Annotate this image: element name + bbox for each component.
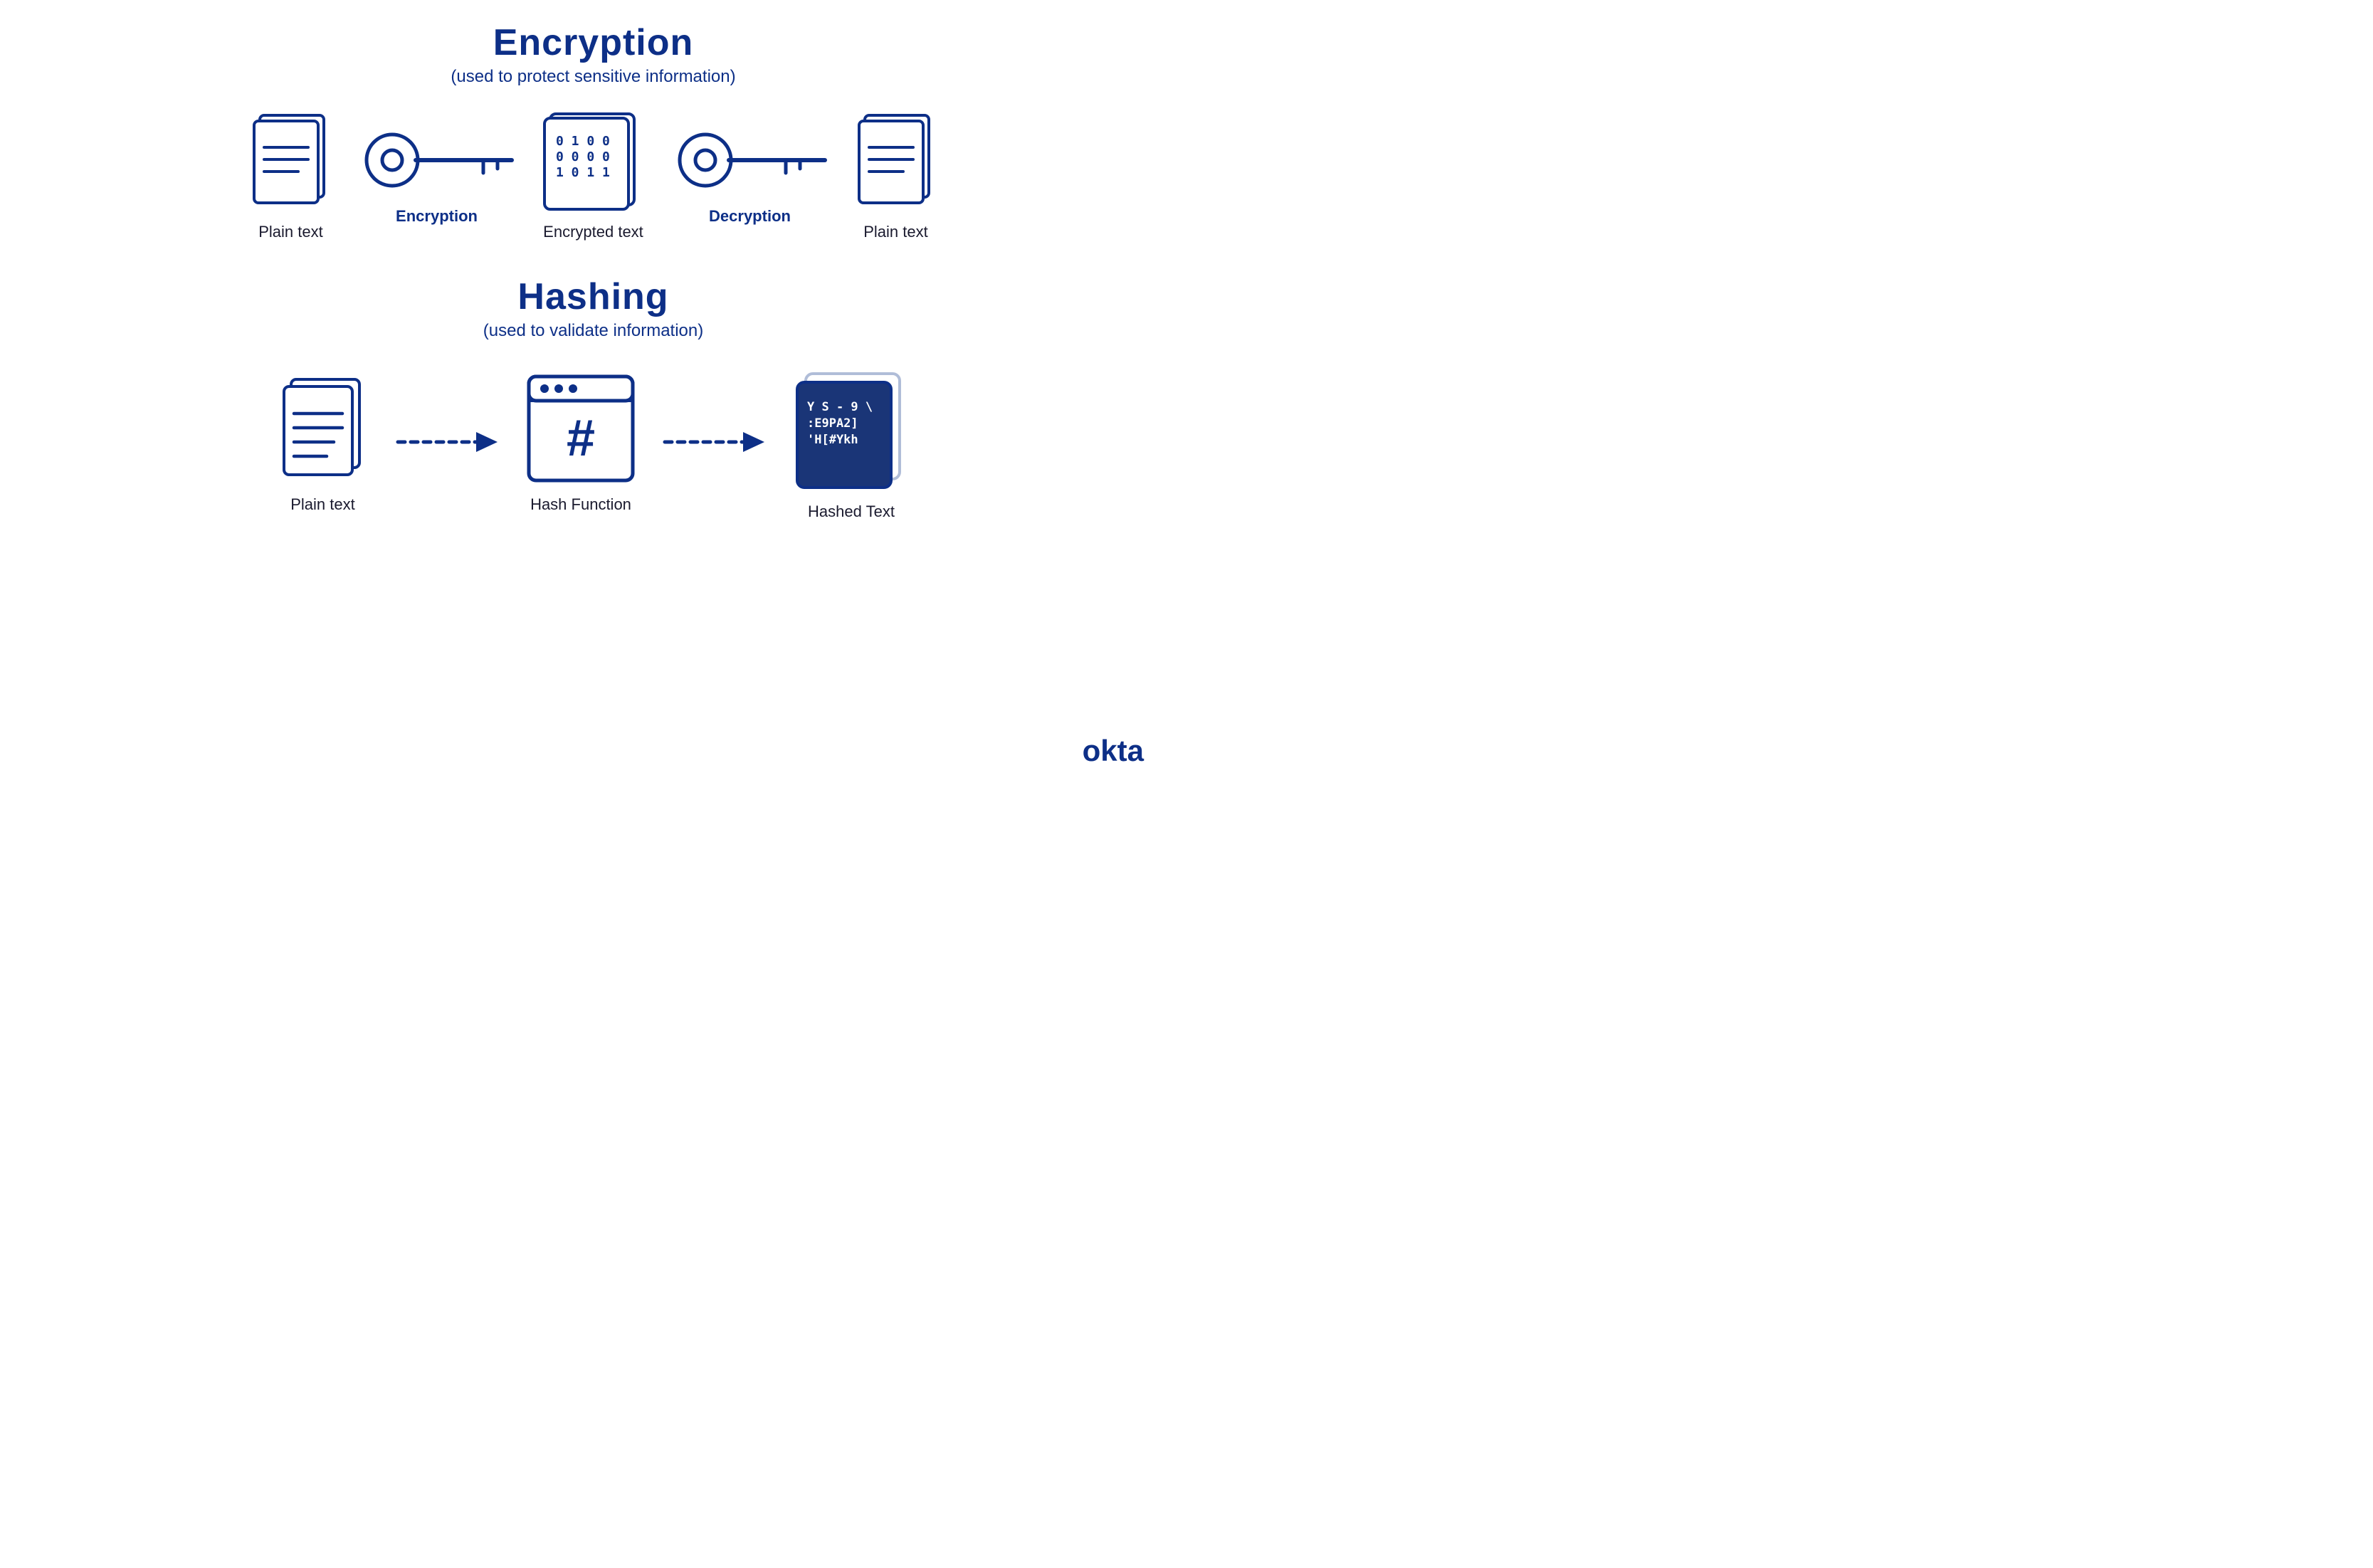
- encryption-subtitle: (used to protect sensitive information): [451, 67, 735, 87]
- dashed-arrow-1: [391, 421, 505, 463]
- svg-text:Y S - 9 \: Y S - 9 \: [807, 400, 873, 414]
- hashing-subtitle: (used to validate information): [483, 321, 704, 341]
- hash-function-icon: #: [526, 374, 636, 484]
- plain-text-item-3: Plain text: [277, 374, 369, 514]
- main-wrapper: Encryption (used to protect sensitive in…: [0, 0, 1186, 784]
- encryption-title: Encryption: [493, 21, 694, 64]
- svg-text:'H[#Ykh: 'H[#Ykh: [807, 433, 858, 447]
- hashed-text-icon: Y S - 9 \ :E9PA2] 'H[#Ykh: [793, 367, 910, 491]
- document-icon-3: [277, 374, 369, 484]
- decryption-label: Decryption: [709, 207, 791, 226]
- document-icon-1: [248, 108, 334, 211]
- key-icon-encryption: [355, 125, 519, 196]
- plain-text-label-1: Plain text: [258, 223, 323, 241]
- hashed-text-label: Hashed Text: [808, 503, 895, 521]
- encryption-diagram: Plain text Encryption: [248, 108, 939, 241]
- arrow-2: [658, 421, 772, 467]
- okta-logo: okta: [1083, 734, 1144, 768]
- encryption-key-item: Encryption: [355, 125, 519, 226]
- plain-text-item-2: Plain text: [853, 108, 939, 241]
- arrow-1: [391, 421, 505, 467]
- hash-function-item: # Hash Function: [526, 374, 636, 514]
- svg-text:0 1 0 0: 0 1 0 0: [556, 134, 610, 149]
- svg-text:#: #: [566, 410, 594, 467]
- dashed-arrow-2: [658, 421, 772, 463]
- decryption-key-item: Decryption: [668, 125, 832, 226]
- document-icon-2: [853, 108, 939, 211]
- hashing-title: Hashing: [517, 275, 668, 318]
- svg-text:0 0 0 0: 0 0 0 0: [556, 149, 610, 164]
- encrypted-text-item: 0 1 0 0 0 0 0 0 1 0 1 1 Encrypted text: [540, 108, 647, 241]
- plain-text-label-2: Plain text: [863, 223, 928, 241]
- hashed-text-item: Y S - 9 \ :E9PA2] 'H[#Ykh Hashed Text: [793, 367, 910, 521]
- key-icon-decryption: [668, 125, 832, 196]
- svg-text::E9PA2]: :E9PA2]: [807, 416, 858, 431]
- svg-text:1 0 1 1: 1 0 1 1: [556, 165, 610, 180]
- encrypted-text-label: Encrypted text: [543, 223, 643, 241]
- plain-text-label-3: Plain text: [290, 495, 355, 514]
- hash-function-label: Hash Function: [530, 495, 631, 514]
- brand-name: okta: [1083, 734, 1144, 767]
- plain-text-item-1: Plain text: [248, 108, 334, 241]
- encryption-label: Encryption: [396, 207, 478, 226]
- hashing-diagram: Plain text # Hash: [277, 367, 910, 521]
- matrix-icon: 0 1 0 0 0 0 0 0 1 0 1 1: [540, 108, 647, 211]
